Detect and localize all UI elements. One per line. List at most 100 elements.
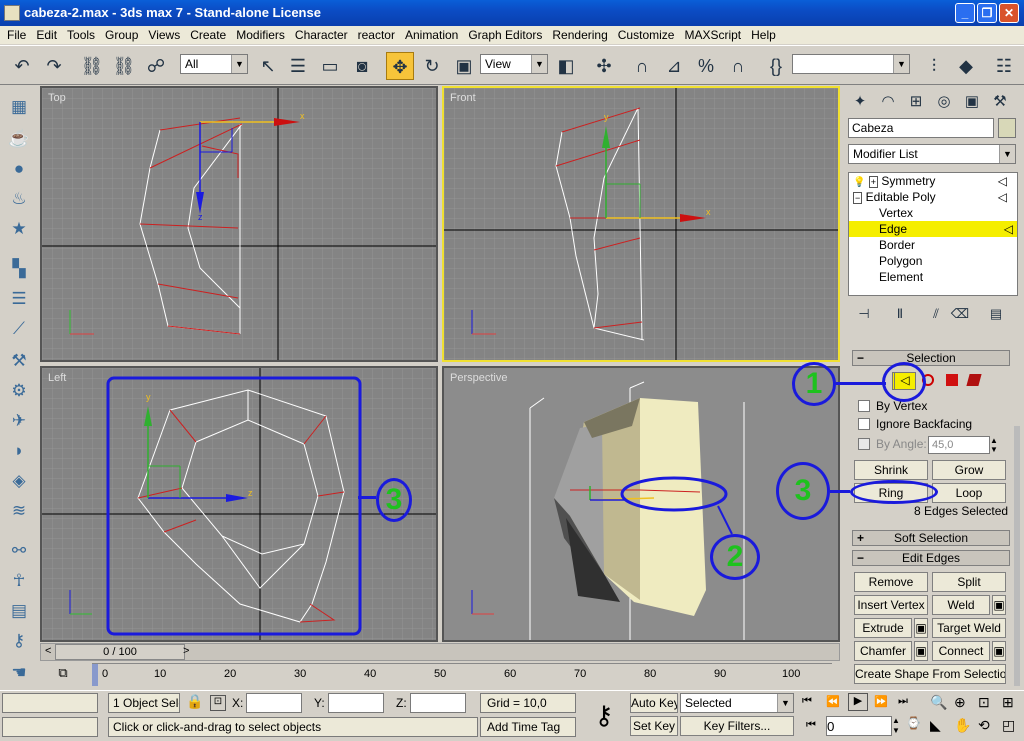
display-tab-icon[interactable]: ▣ — [958, 88, 986, 116]
reference-coordinate-select[interactable]: View ▼ — [480, 54, 548, 74]
key-filters-button[interactable]: Key Filters... — [680, 716, 794, 736]
extrude-settings-icon[interactable]: ▣ — [914, 618, 928, 638]
command-panel-scrollbar[interactable] — [1014, 426, 1020, 686]
fish-icon[interactable]: ◗ — [6, 438, 32, 464]
chamfer-button[interactable]: Chamfer — [854, 641, 912, 661]
viewport-label-left[interactable]: Left — [48, 372, 66, 384]
x-coordinate-field[interactable] — [246, 693, 302, 713]
menu-modifiers[interactable]: Modifiers — [231, 28, 290, 42]
close-button[interactable]: ✕ — [999, 3, 1019, 23]
viewport-label-perspective[interactable]: Perspective — [450, 372, 507, 384]
select-and-move-icon[interactable]: ✥ — [386, 52, 414, 80]
frame-spinner-icon[interactable]: ▲ ▼ — [892, 716, 902, 736]
go-to-end-icon[interactable]: ⏭ — [898, 695, 908, 708]
z-coordinate-field[interactable] — [410, 693, 466, 713]
link-icon[interactable]: ⚯ — [6, 538, 32, 564]
zoom-icon[interactable]: 🔍 — [930, 694, 947, 711]
stack-item-edge[interactable]: Edge ◁ — [849, 221, 1017, 237]
previous-frame-icon[interactable]: ⏪ — [826, 695, 840, 708]
menu-rendering[interactable]: Rendering — [547, 28, 612, 42]
unlink-icon[interactable]: ⛓ — [110, 52, 138, 80]
target-weld-button[interactable]: Target Weld — [932, 618, 1006, 638]
select-and-link-icon[interactable]: ⛓ — [78, 52, 106, 80]
frame-indicator[interactable] — [92, 664, 98, 686]
named-selection-sets-select[interactable]: ▼ — [792, 54, 910, 74]
menu-animation[interactable]: Animation — [400, 28, 463, 42]
cloth-icon[interactable]: ◈ — [6, 468, 32, 494]
zoom-all-icon[interactable]: ⊕ — [954, 694, 966, 711]
set-key-mode-icon[interactable]: ⚷ — [584, 697, 624, 733]
maximize-button[interactable]: ❐ — [977, 3, 997, 23]
tool-icon[interactable]: ✈ — [6, 408, 32, 434]
select-and-rotate-icon[interactable]: ↻ — [418, 52, 446, 80]
chevron-right-icon[interactable]: > — [183, 645, 189, 657]
zoom-extents-icon[interactable]: ⊡ — [978, 694, 990, 711]
stack-item-editable-poly[interactable]: − Editable Poly ◁ — [853, 189, 1009, 205]
viewport-top[interactable]: x z Top — [40, 86, 438, 362]
edit-named-selection-icon[interactable]: {} — [762, 52, 790, 80]
lock-icon[interactable]: 🔒 — [186, 693, 203, 710]
by-vertex-checkbox[interactable] — [858, 400, 870, 412]
menu-maxscript[interactable]: MAXScript — [679, 28, 746, 42]
collapse-icon[interactable]: − — [853, 192, 863, 204]
stack-item-border[interactable]: Border — [879, 237, 1017, 253]
menu-tools[interactable]: Tools — [62, 28, 100, 42]
split-button[interactable]: Split — [932, 572, 1006, 592]
selection-rollout-header[interactable]: − Selection — [852, 350, 1010, 366]
chamfer-settings-icon[interactable]: ▣ — [914, 641, 928, 661]
utilities-tab-icon[interactable]: ⚒ — [986, 88, 1014, 116]
menu-create[interactable]: Create — [185, 28, 231, 42]
stack-icon[interactable]: ☰ — [6, 286, 32, 312]
angle-threshold-field[interactable] — [928, 436, 990, 454]
connect-button[interactable]: Connect — [932, 641, 990, 661]
mirror-icon[interactable]: ⫶ — [920, 52, 948, 80]
absolute-mode-icon[interactable]: ⊡ — [210, 695, 226, 711]
field-of-view-icon[interactable]: ◣ — [930, 717, 941, 734]
menu-character[interactable]: Character — [290, 28, 353, 42]
angle-spinner-icon[interactable]: ▲ ▼ — [990, 436, 1000, 454]
select-manipulate-icon[interactable]: ✣ — [590, 52, 618, 80]
bind-spacewarp-icon[interactable]: ☍ — [142, 52, 170, 80]
sphere-icon[interactable]: ● — [6, 156, 32, 182]
show-end-result-icon[interactable]: Ⅱ — [886, 300, 914, 328]
align-icon[interactable]: ◆ — [952, 52, 980, 80]
pin-stack-icon[interactable]: ⊣ — [850, 300, 878, 328]
snap-toggle-icon[interactable]: ∩ — [628, 52, 656, 80]
element-level-icon[interactable] — [966, 374, 982, 386]
menu-edit[interactable]: Edit — [31, 28, 62, 42]
time-slider-thumb[interactable]: 0 / 100 — [55, 644, 185, 660]
menu-reactor[interactable]: reactor — [353, 28, 400, 42]
y-coordinate-field[interactable] — [328, 693, 384, 713]
select-by-name-icon[interactable]: ☰ — [284, 52, 312, 80]
edit-edges-rollout-header[interactable]: − Edit Edges — [852, 550, 1010, 566]
key-mode-toggle-icon[interactable]: ⏮ — [806, 719, 816, 732]
maxscript-listener-field[interactable] — [2, 693, 98, 713]
key-icon[interactable]: ⚷ — [6, 628, 32, 654]
by-angle-checkbox[interactable] — [858, 438, 870, 450]
menu-views[interactable]: Views — [143, 28, 185, 42]
stack-item-symmetry[interactable]: 💡 + Symmetry ◁ — [853, 173, 1009, 189]
modify-tab-icon[interactable]: ◠ — [874, 88, 902, 116]
box-icon[interactable]: ▤ — [6, 598, 32, 624]
add-time-tag-button[interactable]: Add Time Tag — [480, 717, 576, 737]
wrench-icon[interactable]: ⚒ — [6, 348, 32, 374]
current-frame-field[interactable] — [826, 716, 892, 736]
modifier-list-select[interactable]: Modifier List ▼ — [848, 144, 1016, 164]
menu-group[interactable]: Group — [100, 28, 143, 42]
ignore-backfacing-checkbox[interactable] — [858, 418, 870, 430]
select-object-icon[interactable]: ↖ — [254, 52, 282, 80]
hand-icon[interactable]: ☚ — [6, 660, 32, 686]
app-icon[interactable] — [4, 5, 20, 21]
motion-tab-icon[interactable]: ◎ — [930, 88, 958, 116]
zoom-extents-all-icon[interactable]: ⊞ — [1002, 694, 1014, 711]
object-color-swatch[interactable] — [998, 118, 1016, 138]
show-end-result-icon[interactable]: ◁ — [998, 189, 1007, 205]
weld-settings-icon[interactable]: ▣ — [992, 595, 1006, 615]
create-tab-icon[interactable]: ✦ — [846, 88, 874, 116]
weld-button[interactable]: Weld — [932, 595, 990, 615]
auto-key-button[interactable]: Auto Key — [630, 693, 678, 713]
teapot-icon[interactable]: ☕ — [6, 126, 32, 152]
show-end-result-icon[interactable]: ◁ — [1004, 221, 1013, 237]
set-key-button[interactable]: Set Key — [630, 716, 678, 736]
show-end-result-icon[interactable]: ◁ — [998, 173, 1007, 189]
